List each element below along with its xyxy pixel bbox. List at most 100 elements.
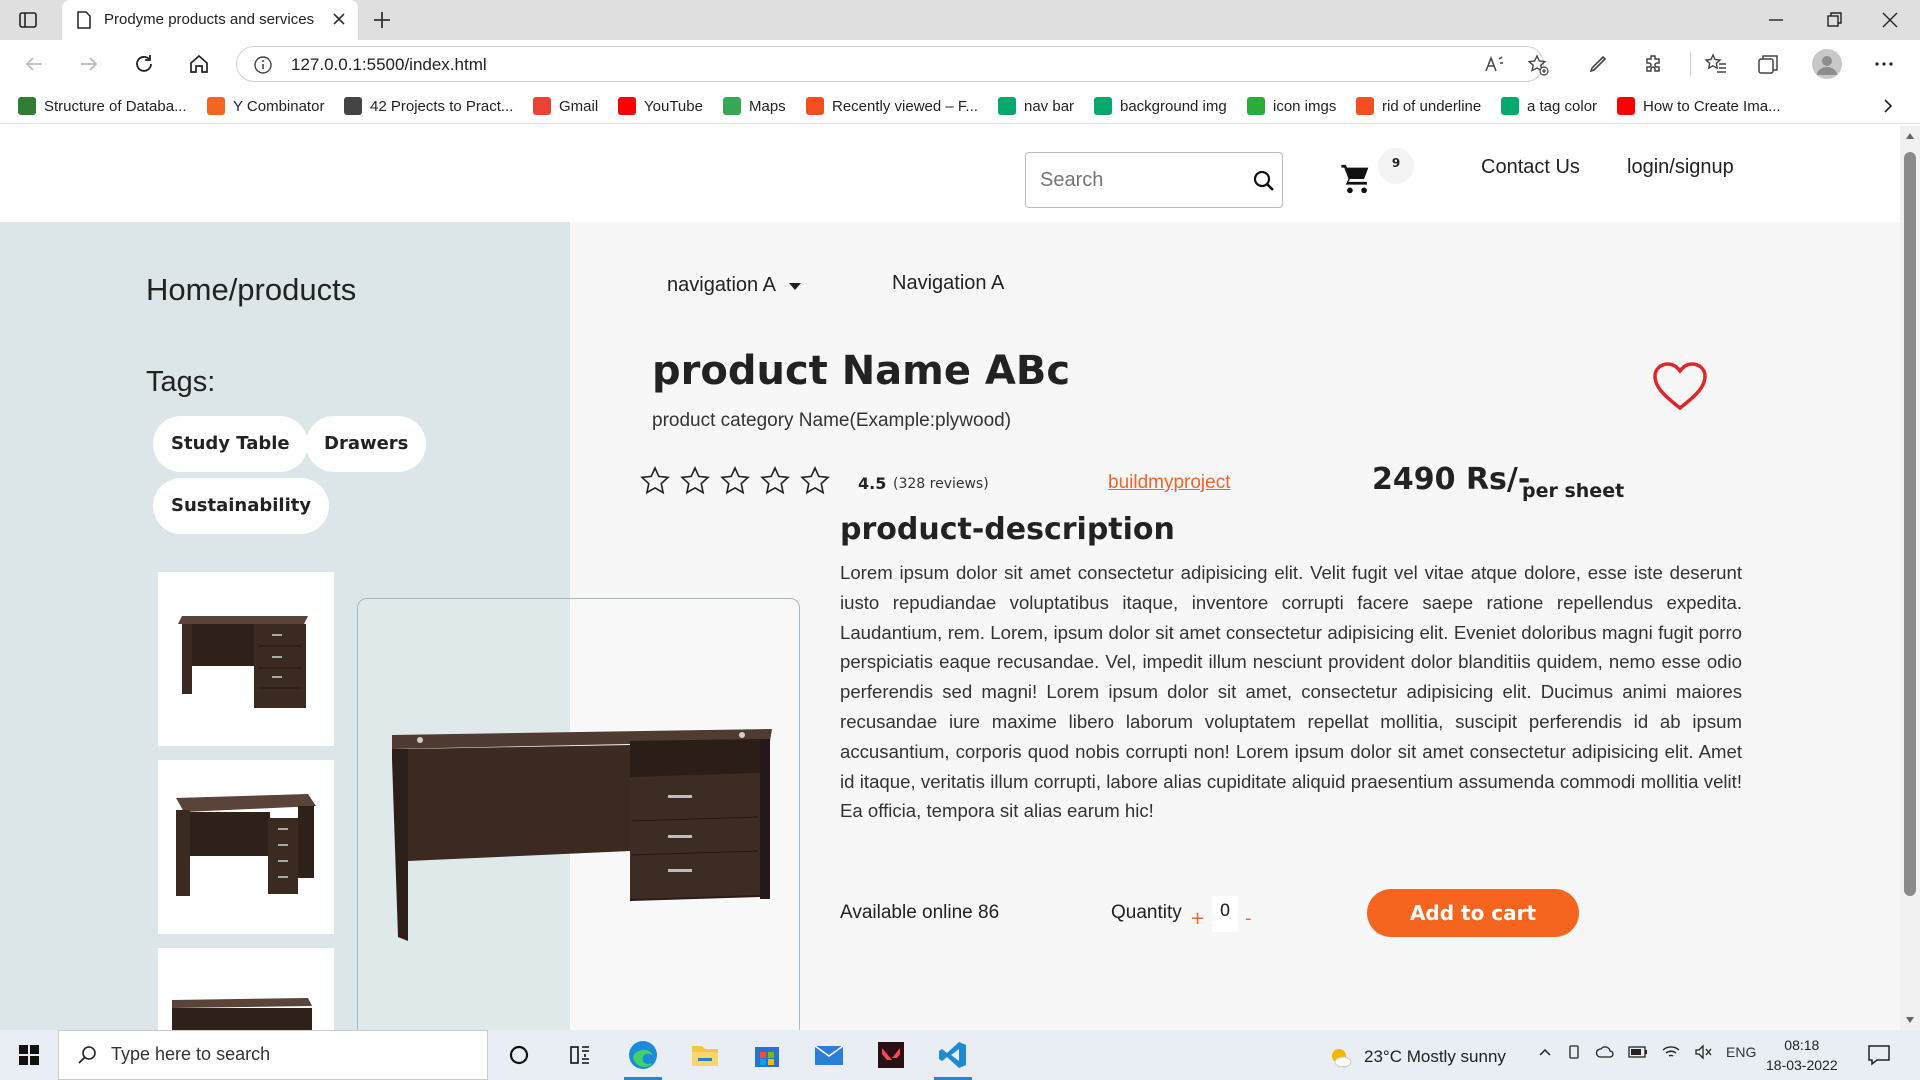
bookmark-item[interactable]: Maps (723, 95, 786, 117)
bookmark-item[interactable]: Recently viewed – F... (806, 95, 978, 117)
taskbar-clock[interactable]: 08:18 18-03-2022 (1766, 1035, 1838, 1075)
minimize-icon[interactable] (1766, 10, 1786, 30)
description-heading: product-description (840, 512, 1175, 547)
quantity-decrease-button[interactable]: - (1245, 908, 1252, 929)
browser-toolbar: 127.0.0.1:5500/index.html (0, 40, 1920, 88)
page-scrollbar[interactable] (1900, 126, 1920, 1030)
device-icon[interactable] (1566, 1044, 1582, 1060)
tag-sustainability[interactable]: Sustainability (153, 478, 330, 534)
tag-drawers[interactable]: Drawers (306, 416, 427, 472)
bookmark-item[interactable]: background img (1094, 95, 1227, 117)
bookmark-item[interactable]: rid of underline (1356, 95, 1481, 117)
bookmark-item[interactable]: Structure of Databa... (18, 95, 187, 117)
forward-icon[interactable] (77, 52, 101, 76)
collections-icon[interactable] (1756, 52, 1780, 76)
product-thumbnail-2[interactable] (158, 760, 334, 934)
address-bar[interactable]: 127.0.0.1:5500/index.html (236, 46, 1549, 82)
refresh-icon[interactable] (132, 52, 156, 76)
add-favorite-icon[interactable] (1527, 54, 1549, 76)
desk-image (172, 998, 312, 1030)
chevron-up-icon[interactable] (1538, 1045, 1552, 1059)
scroll-up-icon[interactable] (1905, 132, 1915, 140)
sun-cloud-icon (1332, 1049, 1352, 1068)
browser-tab-active[interactable]: Prodyme products and services (62, 0, 358, 40)
home-icon[interactable] (187, 52, 211, 76)
star-icon[interactable] (640, 466, 670, 496)
favorites-icon[interactable] (1704, 52, 1728, 76)
cart-button[interactable]: 9 (1340, 148, 1414, 208)
search-input[interactable] (1040, 165, 1230, 195)
rating-stars[interactable] (640, 466, 830, 496)
read-aloud-icon[interactable] (1483, 54, 1505, 76)
quantity-input[interactable]: 0 (1212, 896, 1238, 932)
windows-taskbar: Type here to search 23°C Mostly sunny EN… (0, 1030, 1920, 1080)
gmail-icon (533, 97, 551, 115)
more-options-icon[interactable] (1872, 52, 1896, 76)
bookmark-label: Structure of Databa... (44, 97, 187, 115)
bookmarks-overflow-icon[interactable] (1878, 96, 1898, 116)
profile-avatar[interactable] (1812, 49, 1842, 79)
bookmark-item[interactable]: nav bar (998, 95, 1074, 117)
language-indicator[interactable]: ENG (1726, 1044, 1756, 1060)
main-product-image[interactable] (357, 598, 800, 1038)
product-thumbnail-1[interactable] (158, 572, 334, 746)
bookmark-item[interactable]: icon imgs (1247, 95, 1336, 117)
search-box[interactable] (1025, 152, 1283, 208)
breadcrumb: Home/products (146, 272, 357, 307)
quantity-label: Quantity (1111, 902, 1182, 923)
bookmark-item[interactable]: YouTube (618, 95, 703, 117)
speaker-muted-icon[interactable] (1694, 1044, 1712, 1060)
extensions-icon[interactable] (1642, 52, 1666, 76)
bookmark-item[interactable]: Gmail (533, 95, 598, 117)
contact-us-link[interactable]: Contact Us (1481, 156, 1580, 179)
onedrive-icon[interactable] (1596, 1045, 1614, 1059)
new-tab-icon[interactable] (370, 8, 394, 32)
seller-link[interactable]: buildmyproject (1108, 472, 1231, 494)
add-to-cart-button[interactable]: Add to cart (1367, 889, 1579, 937)
product-category: product category Name(Example:plywood) (652, 410, 1012, 431)
vscode-icon[interactable] (936, 1038, 970, 1072)
youtube-icon (618, 97, 636, 115)
restore-icon[interactable] (1824, 10, 1844, 30)
bookmark-item[interactable]: a tag color (1501, 95, 1597, 117)
x-circle-icon (344, 97, 362, 115)
navigation-link[interactable]: Navigation A (892, 272, 1004, 295)
search-icon[interactable] (1252, 169, 1276, 193)
info-icon[interactable] (253, 55, 273, 75)
navigation-dropdown[interactable]: navigation A (667, 274, 802, 297)
scrollbar-thumb[interactable] (1904, 152, 1916, 896)
star-icon[interactable] (720, 466, 750, 496)
close-tab-icon[interactable] (328, 8, 350, 30)
bookmark-item[interactable]: How to Create Ima... (1617, 95, 1781, 117)
scroll-down-icon[interactable] (1905, 1016, 1915, 1024)
windows-start-icon[interactable] (12, 1038, 46, 1072)
tag-study-table[interactable]: Study Table (153, 416, 308, 472)
back-icon[interactable] (22, 52, 46, 76)
edge-browser-icon[interactable] (626, 1038, 660, 1072)
tab-actions-icon[interactable] (18, 10, 38, 30)
close-window-icon[interactable] (1880, 10, 1900, 30)
taskbar-search[interactable]: Type here to search (58, 1030, 488, 1080)
wifi-icon[interactable] (1662, 1044, 1680, 1060)
bookmark-item[interactable]: Y Combinator (207, 95, 324, 117)
cortana-icon[interactable] (502, 1038, 536, 1072)
weather-widget[interactable]: 23°C Mostly sunny (1328, 1044, 1506, 1070)
microsoft-store-icon[interactable] (750, 1038, 784, 1072)
nav-1-label: navigation A (667, 274, 775, 296)
mail-icon[interactable] (812, 1038, 846, 1072)
notifications-icon[interactable] (1866, 1042, 1892, 1068)
collections-pen-icon[interactable] (1586, 52, 1610, 76)
product-name: product Name ABc (652, 348, 1071, 394)
star-icon[interactable] (680, 466, 710, 496)
bookmark-item[interactable]: 42 Projects to Pract... (344, 95, 513, 117)
star-icon[interactable] (760, 466, 790, 496)
valorant-icon[interactable] (874, 1038, 908, 1072)
battery-icon[interactable] (1628, 1046, 1648, 1058)
task-view-icon[interactable] (563, 1038, 597, 1072)
product-thumbnail-3[interactable] (158, 948, 334, 1030)
wishlist-heart-icon[interactable] (1652, 362, 1708, 412)
star-icon[interactable] (800, 466, 830, 496)
login-signup-link[interactable]: login/signup (1627, 156, 1734, 179)
file-explorer-icon[interactable] (688, 1038, 722, 1072)
quantity-increase-button[interactable]: + (1190, 908, 1205, 929)
